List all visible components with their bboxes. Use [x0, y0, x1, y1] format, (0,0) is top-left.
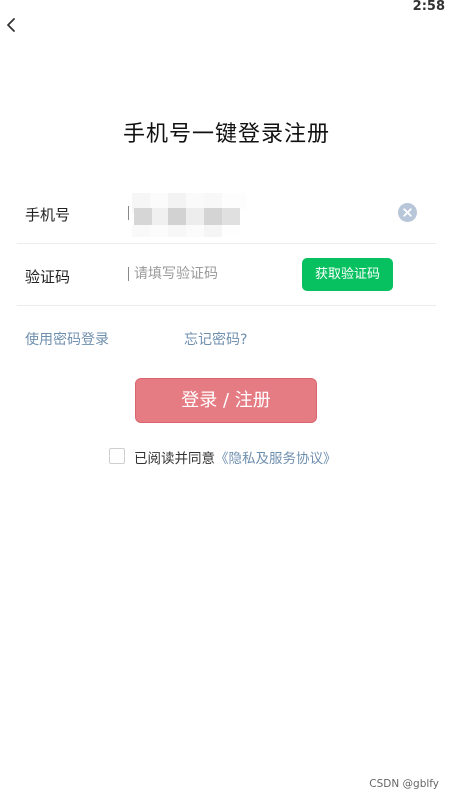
verification-code-input[interactable]	[134, 263, 284, 285]
divider	[17, 243, 436, 244]
clear-circle-icon	[403, 208, 412, 217]
phone-cursor	[128, 206, 129, 220]
get-code-button[interactable]: 获取验证码	[302, 258, 393, 291]
chevron-left-icon	[7, 18, 15, 32]
agreement-prefix: 已阅读并同意	[134, 451, 215, 467]
phone-number-field[interactable]	[132, 193, 247, 237]
status-bar-time: 2:58	[412, 0, 445, 14]
divider	[17, 305, 436, 306]
agreement-text: 已阅读并同意《隐私及服务协议》	[134, 447, 337, 467]
code-cursor	[128, 267, 129, 281]
clear-phone-button[interactable]	[398, 203, 417, 222]
forgot-password-link[interactable]: 忘记密码?	[184, 329, 247, 349]
login-register-button[interactable]: 登录 / 注册	[135, 378, 317, 423]
agreement-checkbox[interactable]	[109, 448, 125, 464]
privacy-policy-link[interactable]: 《隐私及服务协议》	[215, 451, 337, 467]
password-login-link[interactable]: 使用密码登录	[25, 329, 109, 349]
back-button[interactable]	[3, 14, 21, 36]
code-label: 验证码	[25, 268, 71, 286]
page-title: 手机号一键登录注册	[122, 122, 330, 147]
phone-label: 手机号	[25, 206, 71, 224]
watermark: CSDN @gblfy	[369, 778, 439, 790]
